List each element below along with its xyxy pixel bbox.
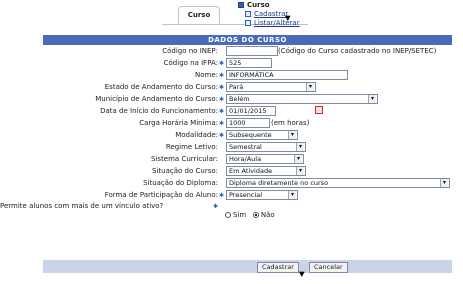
carga-label: Carga Horária Mínima:	[139, 119, 218, 127]
inep-note: (Código do Curso cadastrado no INEP/SETE…	[278, 47, 437, 55]
modalidade-select[interactable]: Subsequente	[226, 130, 298, 140]
inep-label: Código no INEP:	[162, 47, 218, 55]
document-icon	[245, 10, 251, 17]
radio-sim-label: Sim	[233, 211, 247, 219]
calendar-icon[interactable]	[315, 106, 323, 114]
row-vinculo: Permite alunos com mais de um vínculo at…	[0, 201, 452, 221]
regime-select[interactable]: Semestral	[226, 142, 306, 152]
row-situacao-diploma: Situação do Diploma: Diploma diretamente…	[43, 177, 452, 189]
radio-nao[interactable]	[252, 212, 259, 218]
municipio-label: Município de Andamento do Curso:	[95, 95, 218, 103]
carga-input[interactable]: 1000	[226, 118, 270, 128]
nome-input[interactable]: INFORMÁTICA	[226, 70, 348, 80]
nome-label: Nome:	[194, 71, 218, 79]
required-star-icon: ✱	[219, 132, 225, 139]
ifpa-input[interactable]: 525	[226, 58, 272, 68]
cadastrar-link[interactable]: Cadastrar	[254, 10, 288, 18]
row-nome: Nome: ✱ INFORMÁTICA	[43, 69, 452, 81]
required-star-icon: ✱	[219, 192, 225, 199]
tab-curso[interactable]: Curso	[178, 6, 220, 24]
row-forma: Forma de Participação do Aluno: ✱ Presen…	[43, 189, 452, 201]
row-estado: Estado de Andamento do Curso: ✱ Pará	[43, 81, 452, 93]
regime-label: Regime Letivo:	[165, 143, 218, 151]
data-inicio-label: Data de Início do Funcionamento:	[100, 107, 218, 115]
document-icon	[245, 19, 251, 26]
menu-title: Curso	[247, 0, 270, 9]
estado-label: Estado de Andamento do Curso:	[104, 83, 218, 91]
row-inep: Código no INEP: (Código do Curso cadastr…	[43, 45, 452, 57]
row-carga: Carga Horária Mínima: ✱ 1000 (em horas)	[43, 117, 452, 129]
listar-alterar-link[interactable]: Listar/Alterar	[254, 19, 300, 27]
folder-icon	[238, 1, 244, 8]
ifpa-label: Código na IFPA:	[163, 59, 218, 67]
sistema-select[interactable]: Hora/Aula	[226, 154, 304, 164]
required-star-icon: ✱	[213, 203, 219, 210]
course-form: DADOS DO CURSO Código no INEP: (Código d…	[0, 35, 452, 281]
required-star-icon: ✱	[219, 72, 225, 79]
curso-menu: Curso Cadastrar Listar/Alterar	[238, 0, 300, 27]
form-caption: DADOS DO CURSO	[43, 35, 452, 45]
cancelar-button[interactable]: Cancelar	[309, 262, 348, 273]
row-regime: Regime Letivo: Semestral	[43, 141, 452, 153]
situacao-diploma-label: Situação do Diploma:	[143, 179, 218, 187]
radio-nao-label: Não	[260, 211, 275, 219]
modalidade-label: Modalidade:	[175, 131, 218, 139]
menu-title-row: Curso	[238, 0, 300, 9]
forma-select[interactable]: Presencial	[226, 190, 298, 200]
radio-sim[interactable]	[225, 212, 231, 218]
required-star-icon: ✱	[219, 84, 225, 91]
top-navigation: Curso Curso Cadastrar Listar/Alterar	[0, 0, 463, 34]
situacao-select[interactable]: Em Atividade	[226, 166, 306, 176]
carga-note: (em horas)	[271, 119, 310, 127]
situacao-diploma-select[interactable]: Diploma diretamente no curso	[226, 178, 450, 188]
row-situacao: Situação do Curso: Em Atividade	[43, 165, 452, 177]
cadastrar-button[interactable]: Cadastrar	[257, 262, 299, 273]
vinculo-radio-group: Sim Não	[225, 211, 275, 219]
required-star-icon: ✱	[219, 120, 225, 127]
inep-input[interactable]	[226, 46, 278, 56]
row-modalidade: Modalidade: ✱ Subsequente	[43, 129, 452, 141]
required-star-icon: ✱	[219, 108, 225, 115]
forma-label: Forma de Participação do Aluno:	[104, 191, 218, 199]
data-inicio-input[interactable]: 01/01/2015	[226, 106, 276, 116]
municipio-select[interactable]: Belém	[226, 94, 378, 104]
required-star-icon: ✱	[219, 60, 225, 67]
situacao-label: Situação do Curso:	[152, 167, 218, 175]
estado-select[interactable]: Pará	[226, 82, 316, 92]
required-star-icon: ✱	[219, 96, 225, 103]
row-ifpa: Código na IFPA: ✱ 525	[43, 57, 452, 69]
sistema-label: Sistema Curricular:	[151, 155, 218, 163]
vinculo-label: Permite alunos com mais de um vínculo at…	[0, 202, 164, 210]
row-data-inicio: Data de Início do Funcionamento: ✱ 01/01…	[43, 105, 452, 117]
row-sistema: Sistema Curricular: Hora/Aula	[43, 153, 452, 165]
form-footer: Cadastrar Cancelar	[43, 260, 452, 273]
row-municipio: Município de Andamento do Curso: ✱ Belém	[43, 93, 452, 105]
